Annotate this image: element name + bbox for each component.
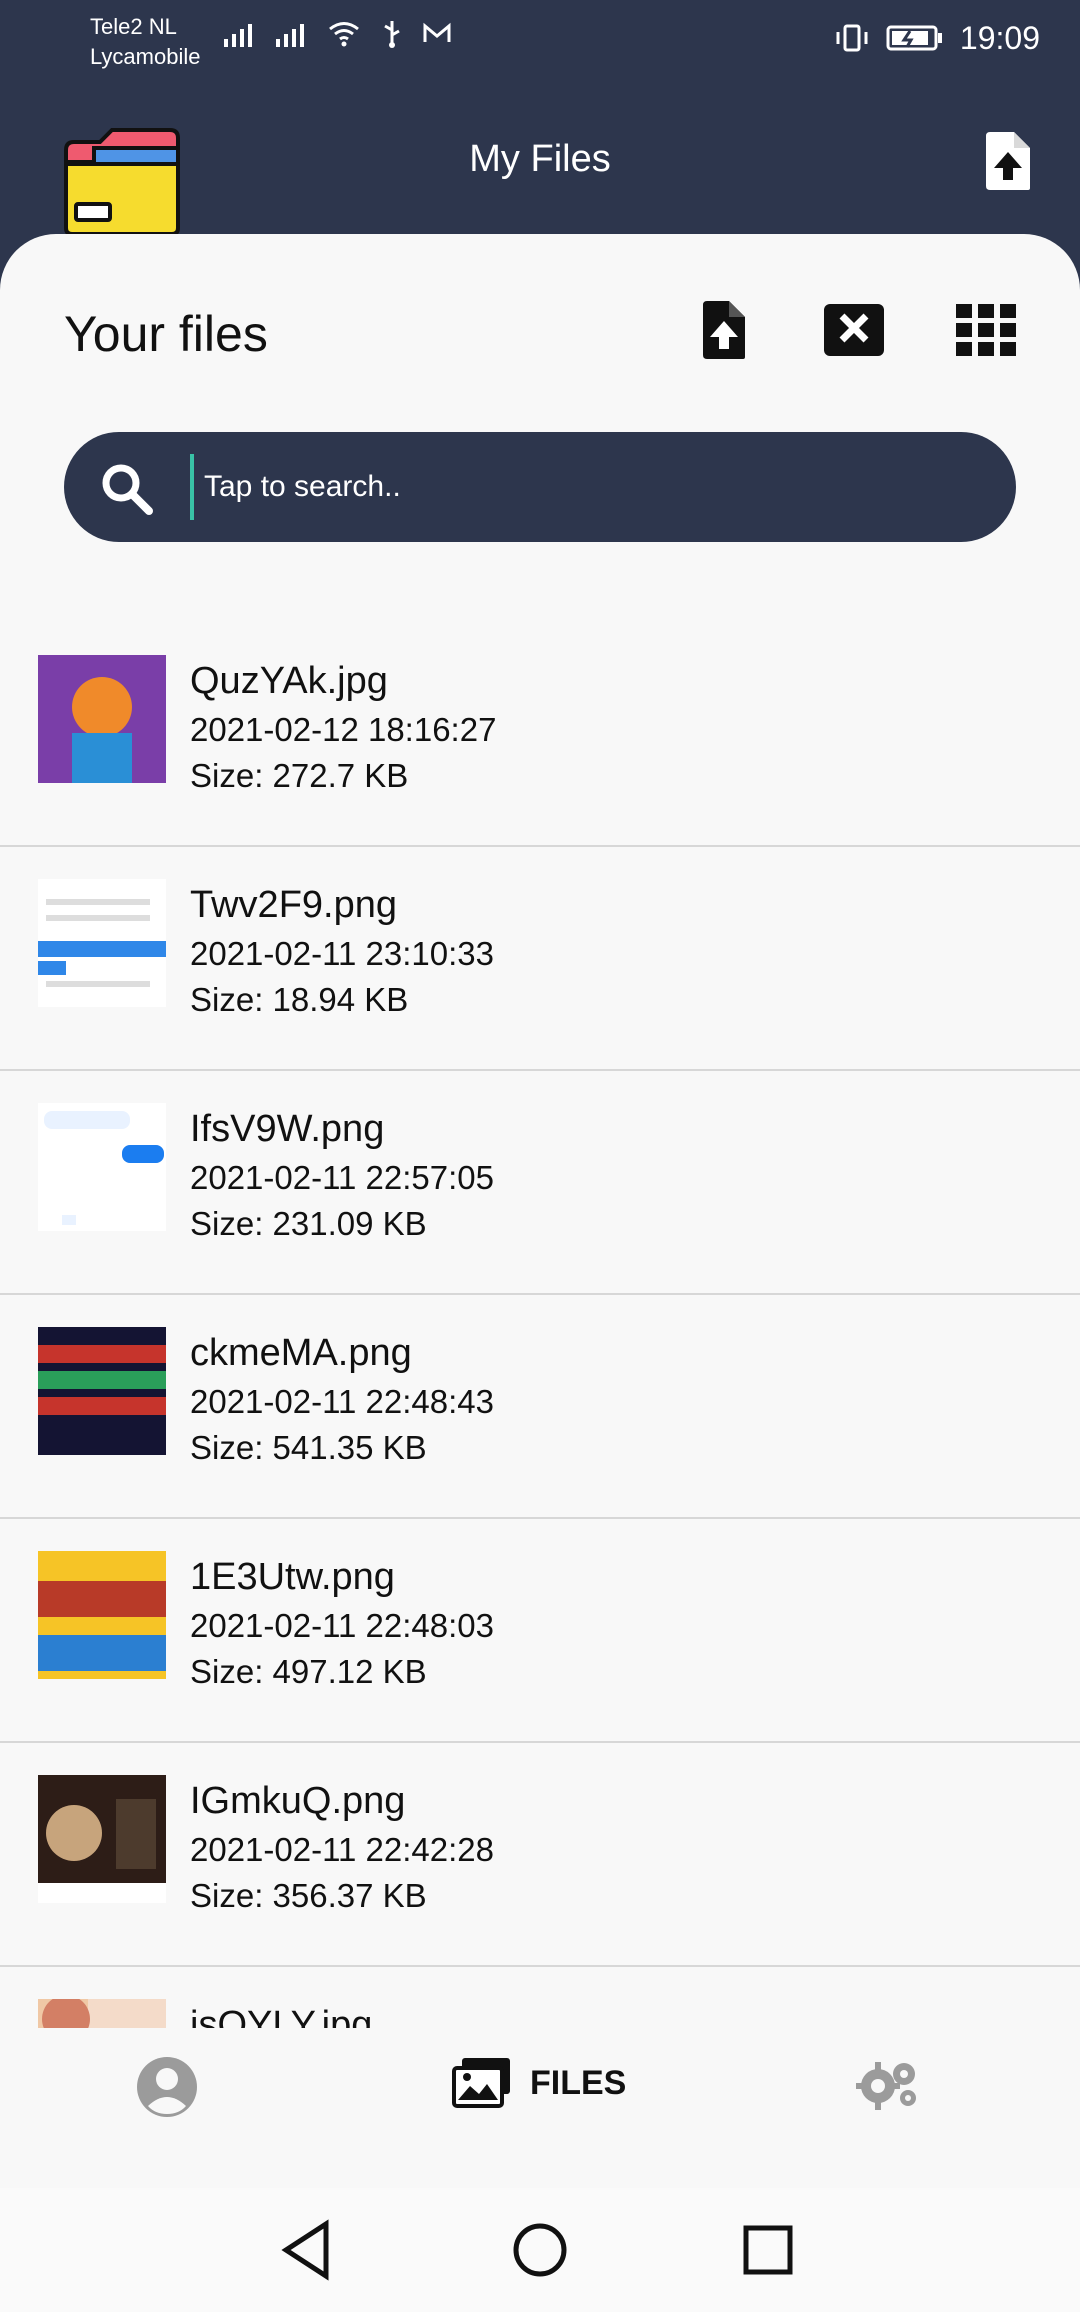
file-name: IGmkuQ.png: [190, 1780, 406, 1822]
back-icon[interactable]: [268, 2210, 348, 2290]
file-size: Size: 497.12 KB: [190, 1653, 427, 1690]
file-date: 2021-02-11 22:48:43: [190, 1383, 494, 1420]
file-date: 2021-02-11 23:10:33: [190, 935, 494, 972]
file-thumbnail: [38, 1551, 166, 1679]
file-size: Size: 356.37 KB: [190, 1877, 427, 1914]
clear-files-button[interactable]: [818, 294, 890, 366]
file-size: Size: 272.7 KB: [190, 757, 409, 794]
roaming-signal-icon: [276, 24, 304, 47]
file-date: 2021-02-11 22:48:03: [190, 1607, 494, 1644]
upload-file-icon[interactable]: [982, 130, 1034, 192]
file-size: Size: 18.94 KB: [190, 981, 409, 1018]
file-row[interactable]: IGmkuQ.png 2021-02-11 22:42:28 Size: 356…: [0, 1743, 1080, 1967]
gear-icon: [856, 2062, 916, 2110]
search-icon: [102, 464, 153, 515]
upload-file-icon: [703, 301, 745, 359]
page-title: Your files: [64, 306, 268, 362]
profile-tab[interactable]: [136, 2056, 198, 2118]
file-list: QuzYAk.jpg 2021-02-12 18:16:27 Size: 272…: [0, 623, 1080, 2188]
file-thumbnail: [38, 1775, 166, 1903]
carrier-secondary: Lycamobile: [90, 44, 201, 69]
carrier-primary: Tele2 NL: [90, 14, 177, 39]
files-tab-label: FILES: [530, 2063, 627, 2102]
app-title: My Files: [469, 138, 611, 180]
file-thumbnail: [38, 655, 166, 783]
home-icon[interactable]: [500, 2210, 580, 2290]
upload-file-button[interactable]: [688, 294, 760, 366]
status-bar: Tele2 NL Lycamobile 19:09: [0, 0, 1080, 86]
carrier-info: Tele2 NL Lycamobile: [90, 12, 200, 72]
file-name: IfsV9W.png: [190, 1108, 385, 1150]
file-size: Size: 541.35 KB: [190, 1429, 427, 1466]
file-thumbnail: [38, 1327, 166, 1455]
file-size: Size: 231.09 KB: [190, 1205, 427, 1242]
file-name: Twv2F9.png: [190, 884, 397, 926]
file-date: 2021-02-11 22:42:28: [190, 1831, 494, 1868]
files-tab[interactable]: FILES: [452, 2056, 626, 2110]
usb-icon: [384, 21, 400, 48]
mail-icon: [423, 22, 451, 42]
search-bar[interactable]: [64, 432, 1016, 542]
file-row[interactable]: 1E3Utw.png 2021-02-11 22:48:03 Size: 497…: [0, 1519, 1080, 1743]
file-name: QuzYAk.jpg: [190, 660, 388, 702]
status-icons-left: [222, 18, 452, 50]
system-navigation: [0, 2188, 1080, 2312]
status-time: 19:09: [959, 20, 1040, 56]
profile-icon: [137, 2057, 197, 2117]
status-icons-right: 19:09: [834, 16, 1040, 60]
file-date: 2021-02-12 18:16:27: [190, 711, 497, 748]
signal-icon: [224, 24, 252, 47]
search-input[interactable]: [190, 454, 970, 520]
file-row[interactable]: ckmeMA.png 2021-02-11 22:48:43 Size: 541…: [0, 1295, 1080, 1519]
wifi-icon: [329, 22, 359, 47]
app-bar: My Files: [0, 86, 1080, 236]
file-date: 2021-02-11 22:57:05: [190, 1159, 494, 1196]
file-row[interactable]: Twv2F9.png 2021-02-11 23:10:33 Size: 18.…: [0, 847, 1080, 1071]
recent-apps-icon[interactable]: [728, 2210, 808, 2290]
grid-view-button[interactable]: [950, 294, 1022, 366]
file-thumbnail: [38, 1103, 166, 1231]
close-square-icon: [824, 304, 884, 356]
file-thumbnail: [38, 879, 166, 1007]
settings-tab[interactable]: [856, 2056, 922, 2112]
gallery-icon: [452, 2058, 510, 2108]
file-name: 1E3Utw.png: [190, 1556, 395, 1598]
vibrate-icon: [836, 24, 868, 52]
file-name: ckmeMA.png: [190, 1332, 412, 1374]
grid-view-icon: [956, 304, 1016, 356]
file-row[interactable]: IfsV9W.png 2021-02-11 22:57:05 Size: 231…: [0, 1071, 1080, 1295]
bottom-navigation: FILES: [0, 2028, 1080, 2188]
file-row[interactable]: QuzYAk.jpg 2021-02-12 18:16:27 Size: 272…: [0, 623, 1080, 847]
battery-icon: [886, 25, 942, 51]
file-list-panel: Your files Tap to search.. QuzYAk.jpg 20…: [0, 234, 1080, 2188]
